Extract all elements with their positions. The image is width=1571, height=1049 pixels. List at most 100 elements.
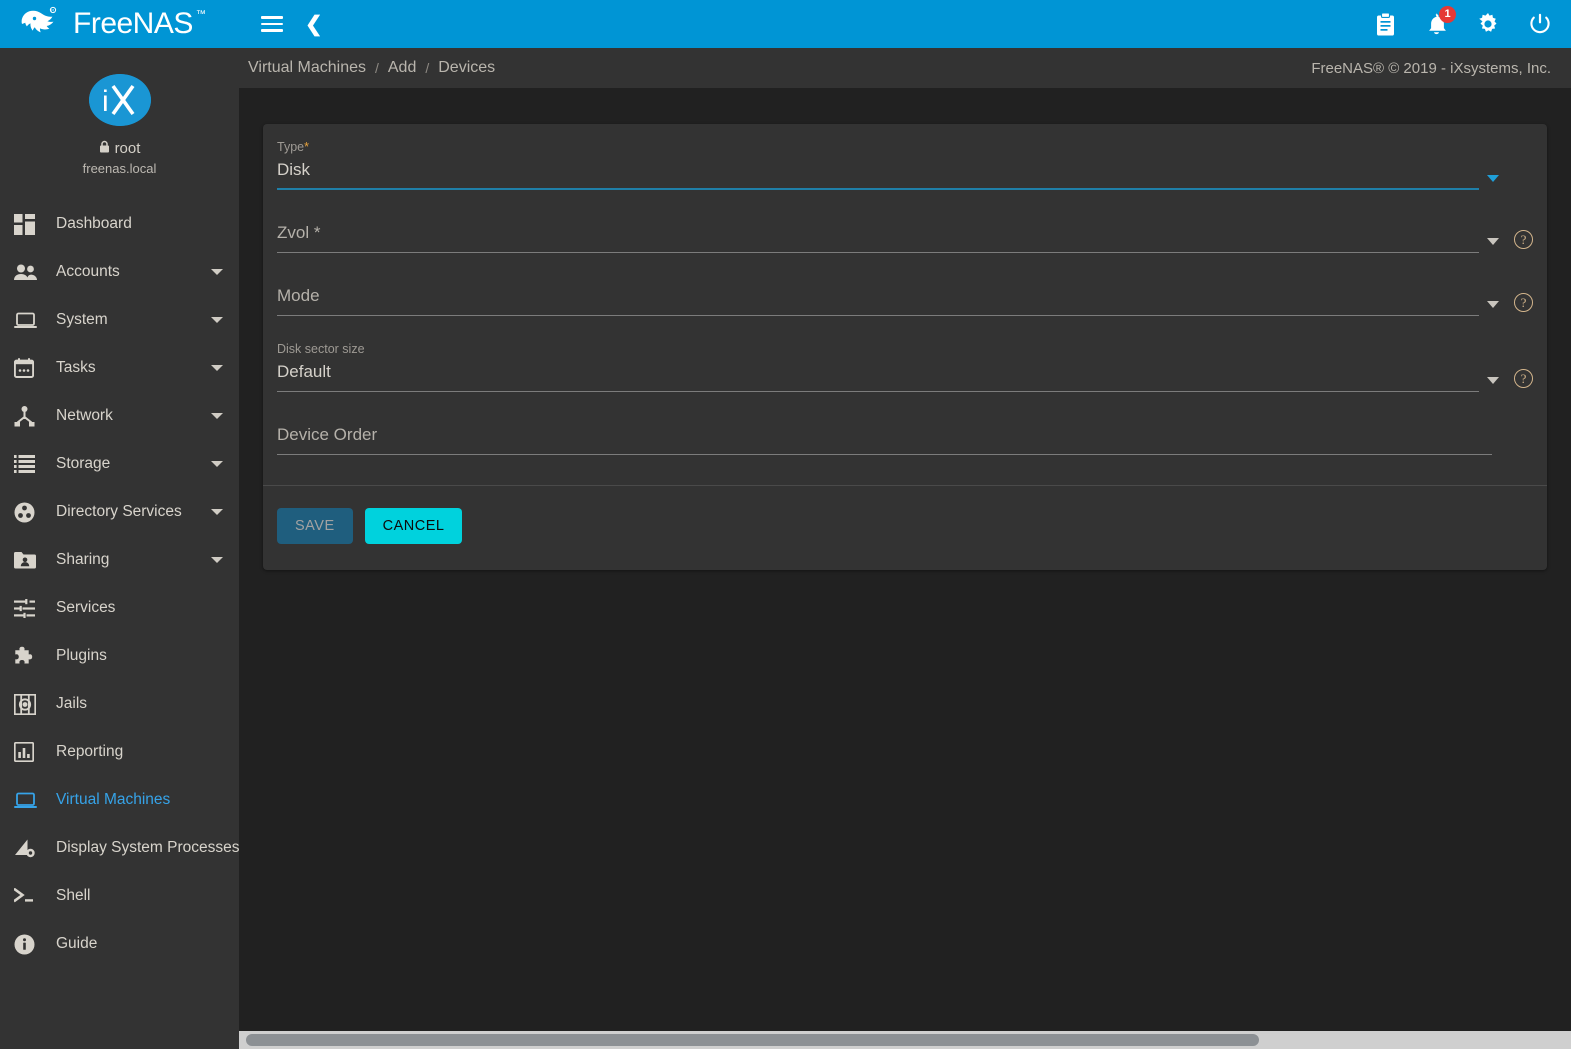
sidebar-item-storage[interactable]: Storage: [0, 440, 239, 488]
guide-info-icon: [14, 930, 48, 958]
field-zvol-placeholder[interactable]: Zvol *: [277, 220, 1479, 246]
breadcrumb-separator: /: [374, 60, 379, 76]
sidebar-item-directory-services[interactable]: Directory Services: [0, 488, 239, 536]
clipboard-tasks-icon[interactable]: [1375, 12, 1396, 36]
dashboard-icon: [14, 210, 48, 238]
sidebar-item-reporting[interactable]: Reporting: [0, 728, 239, 776]
field-type-row: Type* Disk: [277, 140, 1533, 190]
topbar-right-controls: 1: [1375, 5, 1551, 36]
field-disk-sector-size-underline: [277, 391, 1479, 392]
field-zvol-row: Zvol * ?: [277, 220, 1533, 253]
sidebar-item-label: Directory Services: [56, 503, 182, 520]
display-system-processes-icon: [14, 834, 48, 862]
required-asterisk: *: [304, 140, 309, 154]
field-zvol-main[interactable]: Zvol *: [277, 220, 1479, 253]
help-circle-icon[interactable]: ?: [1514, 230, 1533, 249]
sidebar-item-dashboard[interactable]: Dashboard: [0, 200, 239, 248]
chevron-down-icon[interactable]: [211, 365, 223, 371]
storage-stack-icon: [14, 450, 48, 478]
field-mode: Mode ?: [277, 283, 1533, 316]
horizontal-scrollbar[interactable]: [239, 1031, 1571, 1049]
field-disk-sector-size-row: Disk sector size Default ?: [277, 342, 1533, 392]
sidebar-item-jails[interactable]: Jails: [0, 680, 239, 728]
chevron-down-icon[interactable]: [211, 413, 223, 419]
field-type-value[interactable]: Disk: [277, 157, 1479, 183]
chevron-down-icon[interactable]: [1487, 301, 1499, 308]
chevron-down-icon[interactable]: [1487, 175, 1499, 182]
field-device-order-row: Device Order: [277, 422, 1533, 455]
field-zvol-underline: [277, 252, 1479, 253]
help-circle-icon[interactable]: ?: [1514, 293, 1533, 312]
sidebar-item-tasks[interactable]: Tasks: [0, 344, 239, 392]
app-root: R FreeNAS ™ i root freenas.local Dashboa…: [0, 0, 1571, 1049]
sidebar-item-network[interactable]: Network: [0, 392, 239, 440]
sidebar: R FreeNAS ™ i root freenas.local Dashboa…: [0, 0, 239, 1049]
breadcrumb-item-add[interactable]: Add: [388, 59, 416, 77]
cancel-button[interactable]: CANCEL: [364, 508, 463, 544]
settings-gear-icon[interactable]: [1477, 13, 1499, 35]
save-button[interactable]: SAVE: [277, 508, 353, 544]
sidebar-item-label: Network: [56, 407, 113, 424]
username: root: [114, 140, 141, 157]
sidebar-item-plugins[interactable]: Plugins: [0, 632, 239, 680]
directory-services-icon: [14, 498, 48, 526]
field-device-order-placeholder[interactable]: Device Order: [277, 422, 1492, 448]
sidebar-item-label: Services: [56, 599, 116, 616]
chevron-down-icon[interactable]: [211, 461, 223, 467]
breadcrumb-item-virtual-machines[interactable]: Virtual Machines: [248, 59, 366, 77]
field-device-order-underline: [277, 454, 1492, 455]
field-zvol: Zvol * ?: [277, 220, 1533, 253]
sidebar-item-services[interactable]: Services: [0, 584, 239, 632]
topbar-left-controls: ❮: [261, 14, 323, 35]
power-icon[interactable]: [1529, 13, 1551, 35]
topbar: ❮ 1: [239, 0, 1571, 48]
sharing-folder-icon: [14, 546, 48, 574]
sidebar-item-virtual-machines[interactable]: Virtual Machines: [0, 776, 239, 824]
breadcrumb-bar: Virtual Machines / Add / Devices FreeNAS…: [239, 48, 1571, 88]
form-actions: SAVE CANCEL: [263, 486, 1547, 570]
sidebar-item-label: Storage: [56, 455, 111, 472]
chevron-down-icon[interactable]: [211, 509, 223, 515]
breadcrumb-item-devices: Devices: [438, 59, 496, 76]
field-mode-underline: [277, 315, 1479, 316]
field-disk-sector-size: Disk sector size Default ?: [277, 342, 1533, 392]
field-disk-sector-size-value[interactable]: Default: [277, 359, 1479, 385]
field-disk-sector-size-label: Disk sector size: [277, 342, 365, 356]
sidebar-item-label: System: [56, 311, 108, 328]
chevron-down-icon[interactable]: [211, 557, 223, 563]
sidebar-item-label: Plugins: [56, 647, 107, 664]
virtual-machines-laptop-icon: [14, 786, 48, 814]
chevron-down-icon[interactable]: [211, 317, 223, 323]
chevron-down-icon[interactable]: [1487, 238, 1499, 245]
field-mode-main[interactable]: Mode: [277, 283, 1479, 316]
chevron-down-icon[interactable]: [1487, 377, 1499, 384]
sidebar-item-label: Dashboard: [56, 215, 132, 232]
shell-prompt-icon: [14, 882, 48, 910]
tasks-calendar-icon: [14, 354, 48, 382]
brand-header[interactable]: R FreeNAS ™: [0, 0, 239, 48]
network-nodes-icon: [14, 402, 48, 430]
chevron-down-icon[interactable]: [211, 269, 223, 275]
breadcrumb-separator: /: [425, 60, 430, 76]
hamburger-menu-icon[interactable]: [261, 16, 283, 32]
field-device-order-main[interactable]: Device Order: [277, 422, 1492, 455]
services-sliders-icon: [14, 594, 48, 622]
sidebar-item-accounts[interactable]: Accounts: [0, 248, 239, 296]
sidebar-item-shell[interactable]: Shell: [0, 872, 239, 920]
sidebar-item-label: Virtual Machines: [56, 791, 171, 808]
accounts-people-icon: [14, 258, 48, 286]
field-disk-sector-size-main[interactable]: Disk sector size Default: [277, 342, 1479, 392]
sidebar-item-label: Jails: [56, 695, 88, 712]
sidebar-item-label: Display System Processes: [56, 839, 239, 856]
sidebar-item-sharing[interactable]: Sharing: [0, 536, 239, 584]
horizontal-scrollbar-thumb[interactable]: [246, 1034, 1259, 1046]
chevron-left-icon[interactable]: ❮: [305, 14, 323, 35]
help-circle-icon[interactable]: ?: [1514, 369, 1533, 388]
sidebar-item-system[interactable]: System: [0, 296, 239, 344]
field-mode-placeholder[interactable]: Mode: [277, 283, 1479, 309]
notifications-bell-icon[interactable]: 1: [1426, 5, 1456, 36]
sidebar-item-label: Guide: [56, 935, 98, 952]
sidebar-item-guide[interactable]: Guide: [0, 920, 239, 968]
sidebar-item-display-system-processes[interactable]: Display System Processes: [0, 824, 239, 872]
field-type-main[interactable]: Type* Disk: [277, 140, 1479, 190]
